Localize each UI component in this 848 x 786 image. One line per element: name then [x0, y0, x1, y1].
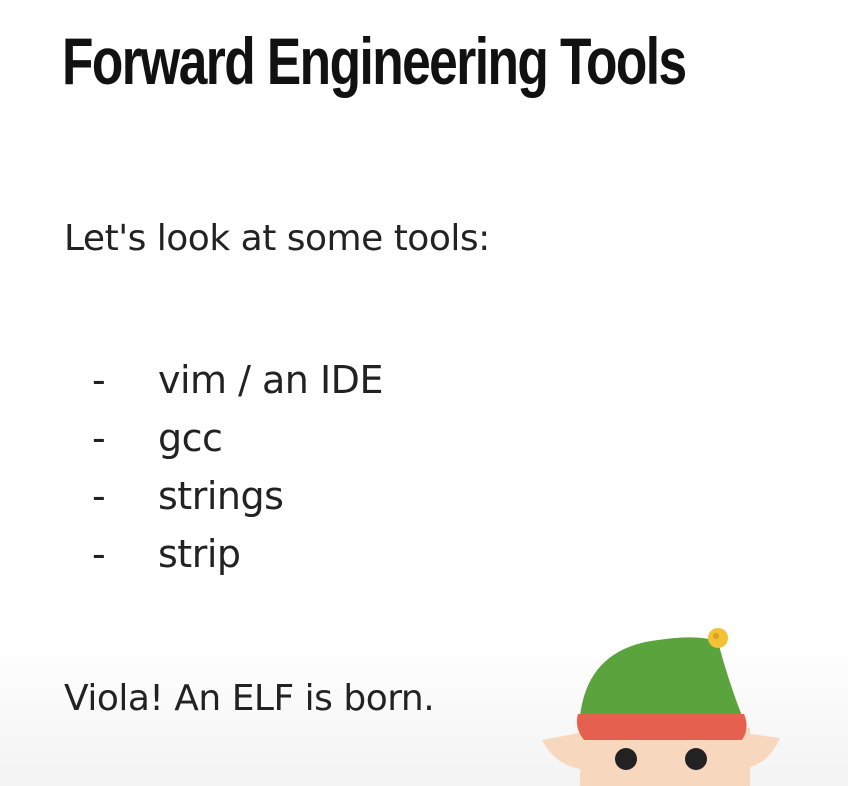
tool-name: gcc	[158, 416, 223, 460]
list-item: - strip	[92, 532, 383, 590]
outro-text: Viola! An ELF is born.	[64, 678, 435, 719]
elf-right-eye	[685, 748, 707, 770]
list-item: - strings	[92, 474, 383, 532]
list-bullet: -	[92, 416, 106, 460]
list-bullet: -	[92, 474, 106, 518]
elf-left-eye	[615, 748, 637, 770]
list-item: - vim / an IDE	[92, 358, 383, 416]
tool-name: strings	[158, 474, 284, 518]
list-bullet: -	[92, 532, 106, 576]
list-bullet: -	[92, 358, 106, 402]
tool-list: - vim / an IDE - gcc - strings - strip	[92, 358, 383, 590]
elf-icon	[542, 628, 780, 786]
intro-text: Let's look at some tools:	[64, 218, 490, 259]
tool-name: vim / an IDE	[158, 358, 383, 402]
elf-hat	[580, 637, 742, 716]
slide: Forward Engineering Tools Let's look at …	[0, 0, 848, 786]
elf-hat-band	[576, 714, 747, 740]
list-item: - gcc	[92, 416, 383, 474]
slide-title: Forward Engineering Tools	[62, 24, 687, 98]
tool-name: strip	[158, 532, 241, 576]
